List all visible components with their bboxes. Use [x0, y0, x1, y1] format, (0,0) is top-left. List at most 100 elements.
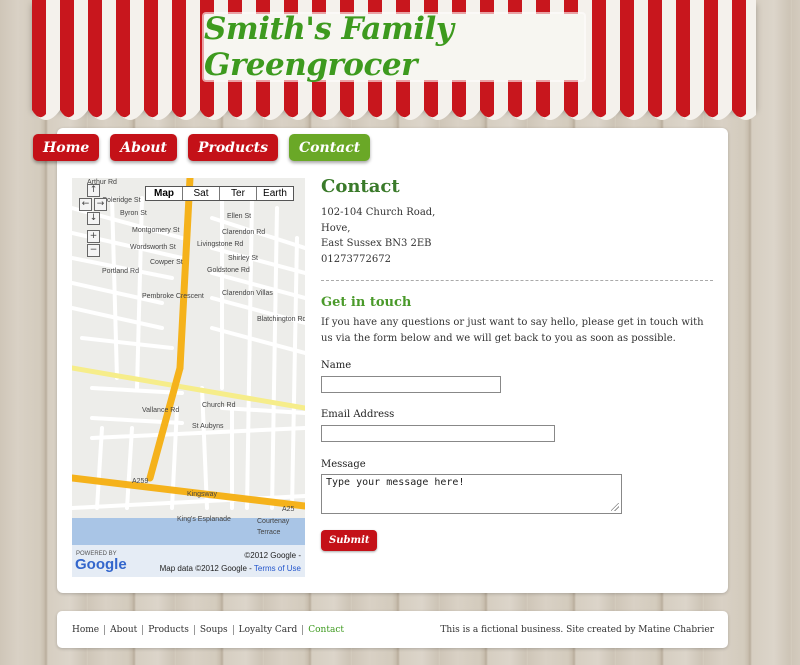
awning-scallop-stripe [228, 100, 242, 118]
awning-scallop-stripe [704, 100, 718, 118]
map-street-label: King's Esplanade [177, 516, 231, 523]
pan-left-icon[interactable]: ← [79, 198, 92, 211]
map-street-label: Blatchington Rd [257, 316, 305, 323]
awning-scallop-stripe [396, 100, 410, 118]
map-street-label: Livingstone Rd [197, 241, 243, 248]
main-panel: Arthur Rd Coleridge St Byron St Montgomery … [57, 128, 728, 593]
map-street-label: St Aubyns [192, 423, 224, 430]
awning-scallop-stripe [564, 100, 578, 118]
address-block: 102-104 Church Road, Hove, East Sussex B… [321, 205, 435, 267]
email-label: Email Address [321, 409, 395, 420]
map-type-sat[interactable]: Sat [182, 187, 219, 200]
map-street-label: Shirley St [228, 255, 258, 262]
map-pan-zoom-control[interactable]: ↑ ← → ↓ + − [79, 184, 114, 264]
message-text: Type your message here! [326, 477, 465, 488]
address-line: Hove, [321, 222, 351, 234]
email-field[interactable] [321, 425, 555, 442]
awning-scallop-stripe [732, 100, 746, 118]
google-map[interactable]: Arthur Rd Coleridge St Byron St Montgomery … [72, 178, 305, 577]
map-type-earth[interactable]: Earth [256, 187, 293, 200]
map-street [95, 426, 104, 510]
nav-home[interactable]: Home [33, 134, 100, 161]
zoom-in-icon[interactable]: + [87, 230, 100, 243]
awning-scallop-stripe [312, 100, 326, 118]
awning-scallop-stripe [284, 100, 298, 118]
map-street-label: Courtenay [257, 518, 290, 525]
name-label: Name [321, 360, 352, 371]
message-label: Message [321, 459, 366, 470]
pan-right-icon[interactable]: → [94, 198, 107, 211]
name-field[interactable] [321, 376, 501, 393]
pan-up-icon[interactable]: ↑ [87, 184, 100, 197]
awning-scallop [32, 100, 756, 128]
page-title: Contact [321, 176, 400, 197]
map-street-label: Terrace [257, 529, 280, 536]
section-divider [321, 280, 713, 281]
footer-link-soups[interactable]: Soups [193, 625, 233, 635]
footer-link-contact[interactable]: Contact [302, 625, 349, 635]
map-street [290, 236, 299, 510]
address-line: 102-104 Church Road, [321, 207, 436, 218]
map-street-label: Kingsway [187, 491, 217, 498]
awning-scallop-stripe [480, 100, 494, 118]
map-street [245, 196, 254, 510]
map-street-label: A25 [282, 506, 295, 513]
map-type-ter[interactable]: Ter [219, 187, 256, 200]
footer-link-about[interactable]: About [104, 625, 142, 635]
awning-scallop-stripe [256, 100, 270, 118]
nav-products[interactable]: Products [187, 134, 279, 161]
awning-scallop-stripe [172, 100, 186, 118]
submit-button[interactable]: Submit [321, 530, 378, 551]
address-line: East Sussex BN3 2EB [321, 238, 432, 250]
awning-scallop-stripe [32, 100, 46, 118]
footer-link-home[interactable]: Home [72, 625, 104, 635]
footer-link-products[interactable]: Products [142, 625, 194, 635]
resize-handle-icon[interactable] [611, 503, 619, 511]
awning-scallop-stripe [648, 100, 662, 118]
nav-contact[interactable]: Contact [289, 134, 371, 161]
terms-of-use-link[interactable]: Terms of Use [254, 564, 301, 573]
map-street-label: Byron St [120, 210, 147, 217]
map-data-label: Map data ©2012 Google - [159, 564, 254, 573]
map-street-label: Portland Rd [102, 268, 139, 275]
awning-scallop-stripe [88, 100, 102, 118]
site-title: Smith's Family Greengrocer [204, 11, 454, 83]
map-street [270, 206, 279, 510]
awning-scallop-stripe [144, 100, 158, 118]
zoom-out-icon[interactable]: − [87, 244, 100, 257]
pan-down-icon[interactable]: ↓ [87, 212, 100, 225]
map-copyright: ©2012 Google - [244, 551, 301, 560]
phone-number: 01273772672 [321, 253, 391, 265]
map-street-label: Pembroke Crescent [142, 293, 204, 300]
map-street-label: Wordsworth St [130, 244, 176, 251]
nav-about[interactable]: About [110, 134, 177, 161]
awning-scallop-stripe [452, 100, 466, 118]
awning-scallop-stripe [508, 100, 522, 118]
message-textarea[interactable]: Type your message here! [321, 474, 622, 514]
map-street-label: A259 [132, 478, 148, 485]
map-street-label: Clarendon Villas [222, 290, 273, 297]
awning-scallop-stripe [536, 100, 550, 118]
awning-scallop-stripe [340, 100, 354, 118]
map-footer: POWERED BY Google ©2012 Google - Map dat… [72, 545, 305, 577]
awning-scallop-stripe [60, 100, 74, 118]
map-street-label: Ellen St [227, 213, 251, 220]
map-street-label: Vallance Rd [142, 407, 179, 414]
footer: Home About Products Soups Loyalty Card C… [57, 611, 728, 648]
awning-scallop-stripe [676, 100, 690, 118]
footer-links: Home About Products Soups Loyalty Card C… [72, 625, 349, 635]
awning-scallop-stripe [200, 100, 214, 118]
footer-link-loyalty-card[interactable]: Loyalty Card [232, 625, 303, 635]
map-street [80, 336, 174, 350]
awning-scallop-stripe [620, 100, 634, 118]
awning-scallop-stripe [116, 100, 130, 118]
awning-scallop-stripe [424, 100, 438, 118]
main-nav: Home About Products Contact [33, 134, 371, 161]
awning-scallop-stripe [368, 100, 382, 118]
map-type-map[interactable]: Map [146, 187, 182, 200]
intro-text: If you have any questions or just want t… [321, 317, 704, 344]
google-logo[interactable]: Google [75, 556, 127, 573]
awning-scallop-stripe [592, 100, 606, 118]
map-street-label: Church Rd [202, 402, 236, 409]
footer-credit: This is a fictional business. Site creat… [440, 625, 714, 635]
